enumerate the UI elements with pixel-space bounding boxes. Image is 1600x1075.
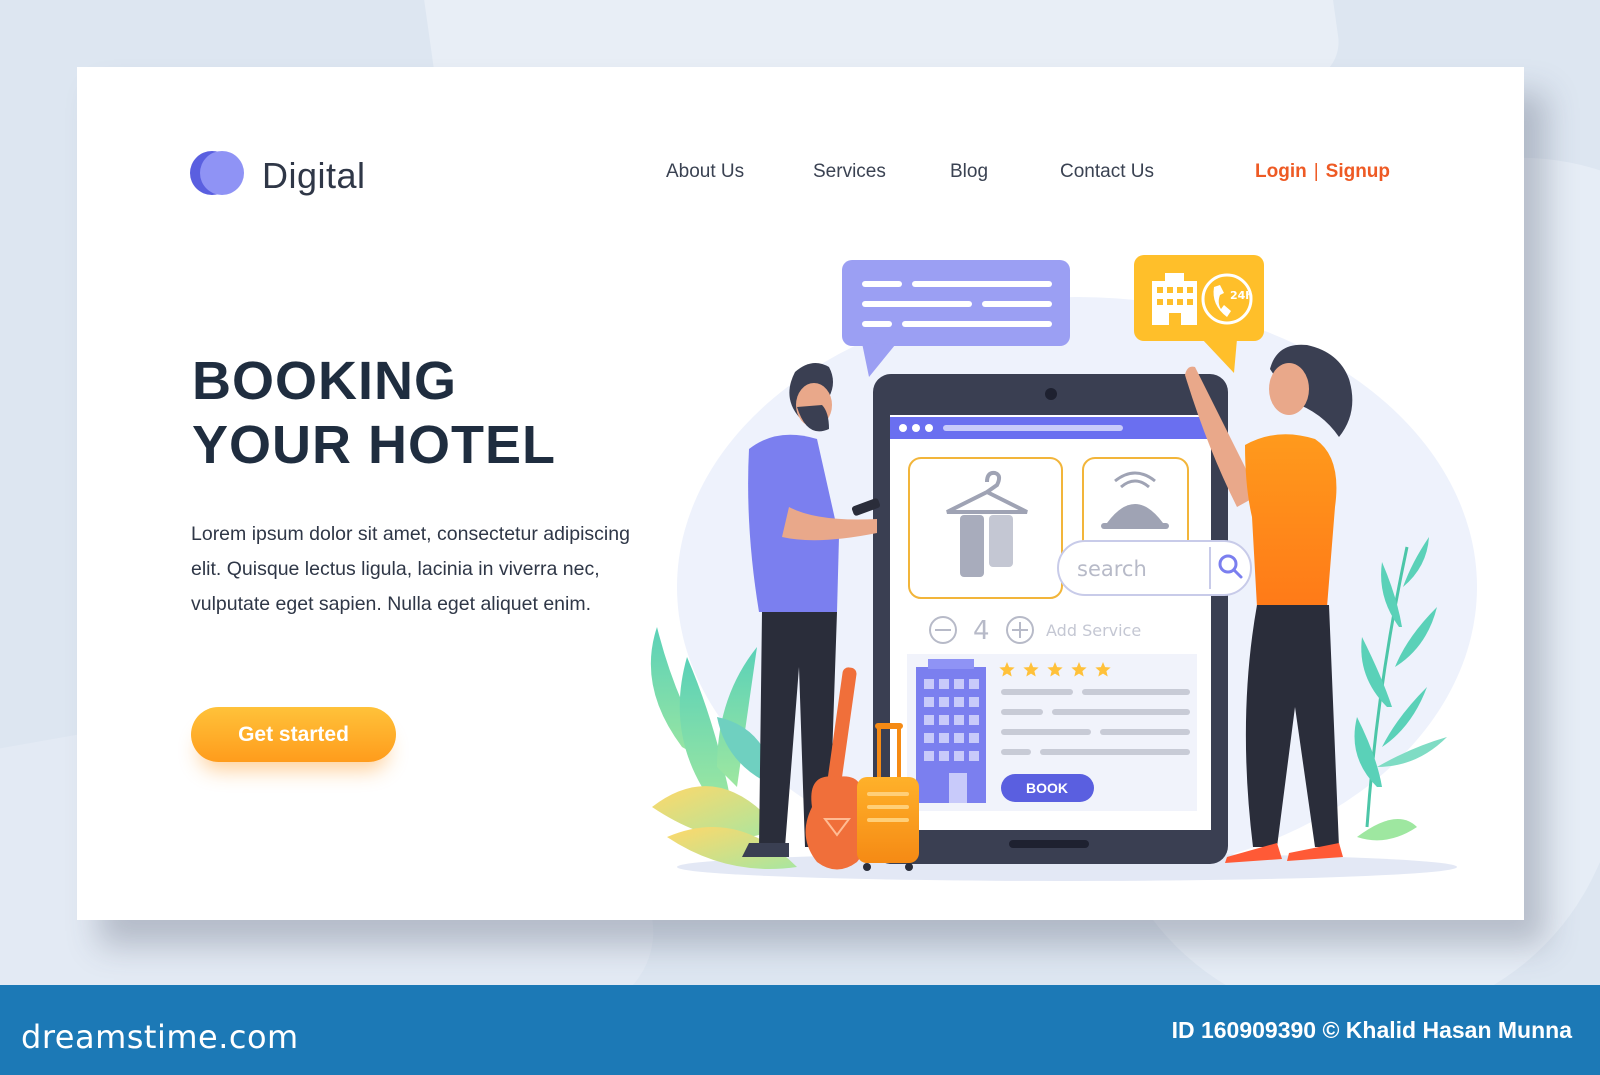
tablet-device: search 4 Add Service BOOK: [873, 374, 1252, 864]
book-button[interactable]: BOOK: [1001, 774, 1094, 802]
watermark-site: dreamstime.com: [21, 1018, 299, 1056]
watermark-credit: ID 160909390 © Khalid Hasan Munna: [1171, 1017, 1572, 1043]
hotel-booking-illustration: 24h search 4 Add Service BOOK: [650, 255, 1477, 881]
search-placeholder: search: [1077, 557, 1147, 581]
book-button-label: BOOK: [1026, 780, 1068, 796]
add-service-label: Add Service: [1046, 621, 1141, 640]
badge-24h-text: 24h: [1230, 289, 1253, 302]
quantity-value: 4: [973, 616, 990, 646]
laundry-service-card: [908, 457, 1063, 599]
landing-page-card: Digital About Us Services Blog Contact U…: [77, 67, 1524, 920]
hotel-listing: BOOK: [907, 654, 1197, 811]
search-field[interactable]: search: [1057, 540, 1252, 596]
